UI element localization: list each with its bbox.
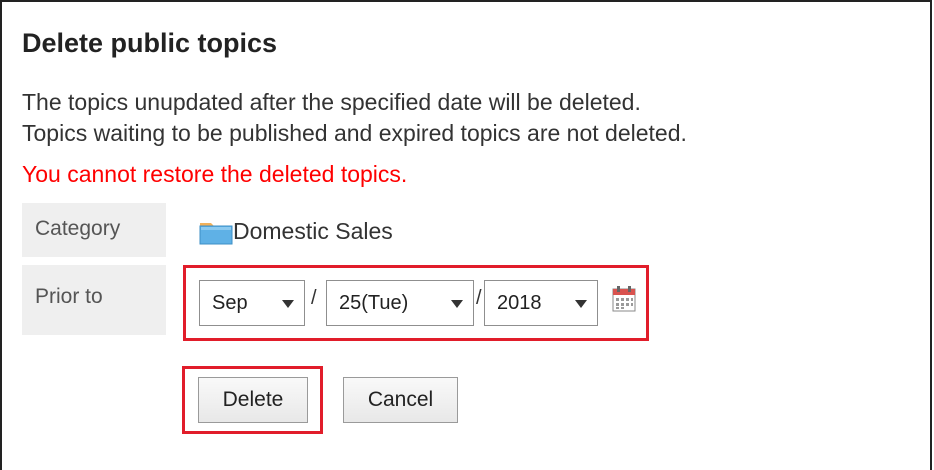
calendar-icon[interactable] bbox=[612, 286, 636, 312]
year-value: 2018 bbox=[497, 292, 542, 314]
chevron-down-icon bbox=[451, 300, 463, 308]
page-title: Delete public topics bbox=[22, 28, 278, 58]
prior-to-label: Prior to bbox=[35, 285, 103, 308]
chevron-down-icon bbox=[282, 300, 294, 308]
day-value: 25(Tue) bbox=[339, 292, 409, 314]
delete-button[interactable]: Delete bbox=[198, 377, 308, 423]
month-select[interactable]: Sep bbox=[199, 280, 305, 326]
category-label: Category bbox=[35, 217, 121, 240]
category-label-cell: Category bbox=[22, 203, 166, 257]
cancel-button[interactable]: Cancel bbox=[343, 377, 458, 423]
prior-to-label-cell: Prior to bbox=[22, 265, 166, 335]
date-separator: / bbox=[311, 287, 317, 309]
category-name: Domestic Sales bbox=[233, 217, 393, 244]
day-select[interactable]: 25(Tue) bbox=[326, 280, 474, 326]
month-value: Sep bbox=[212, 292, 248, 314]
category-value: Domestic Sales bbox=[199, 217, 393, 245]
year-select[interactable]: 2018 bbox=[484, 280, 598, 326]
date-separator: / bbox=[476, 287, 482, 309]
folder-icon bbox=[199, 219, 233, 245]
description-line-2: Topics waiting to be published and expir… bbox=[22, 120, 687, 146]
warning-text: You cannot restore the deleted topics. bbox=[22, 161, 408, 187]
chevron-down-icon bbox=[575, 300, 587, 308]
description-line-1: The topics unupdated after the specified… bbox=[22, 89, 641, 115]
